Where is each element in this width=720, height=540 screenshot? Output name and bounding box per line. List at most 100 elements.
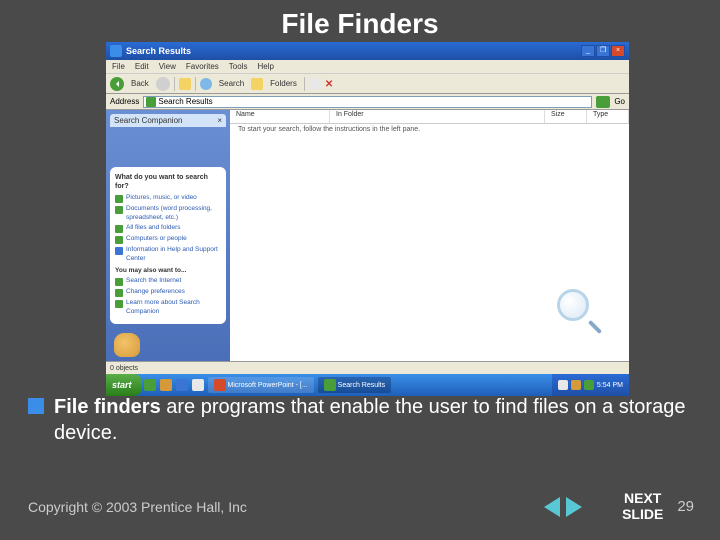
balloon-heading: What do you want to search for? (115, 173, 221, 191)
bullet-strong: File finders (54, 396, 161, 418)
column-headers: Name In Folder Size Type (230, 110, 629, 124)
start-button[interactable]: start (106, 374, 142, 396)
views-icon[interactable] (309, 78, 321, 90)
opt-computers[interactable]: Computers or people (115, 235, 221, 244)
col-folder[interactable]: In Folder (330, 110, 545, 123)
taskbar-item-powerpoint[interactable]: Microsoft PowerPoint - [... (208, 377, 314, 393)
task-label: Search Results (338, 382, 385, 389)
app-icon (324, 379, 336, 391)
bullet-point: File finders are programs that enable th… (28, 394, 700, 446)
panel-close-icon[interactable]: × (217, 116, 222, 125)
col-type[interactable]: Type (587, 110, 629, 123)
instruction-text: To start your search, follow the instruc… (230, 124, 629, 135)
copyright: Copyright © 2003 Prentice Hall, Inc (28, 499, 247, 515)
opt-label: Computers or people (126, 235, 187, 243)
opt-internet[interactable]: Search the Internet (115, 277, 221, 286)
balloon-subhead: You may also want to... (115, 267, 221, 275)
separator (174, 77, 175, 91)
menu-favorites[interactable]: Favorites (186, 62, 219, 71)
menu-file[interactable]: File (112, 62, 125, 71)
tray-icon[interactable] (558, 380, 568, 390)
results-pane: Name In Folder Size Type To start your s… (230, 110, 629, 361)
square-icon (115, 236, 123, 244)
opt-label: Pictures, music, or video (126, 194, 197, 202)
back-button[interactable]: Back (128, 78, 152, 89)
opt-label: All files and folders (126, 224, 181, 232)
square-icon (115, 300, 123, 308)
opt-help[interactable]: Information in Help and Support Center (115, 246, 221, 263)
address-field[interactable]: Search Results (143, 96, 592, 108)
menu-tools[interactable]: Tools (229, 62, 248, 71)
balloon-tail (150, 318, 162, 330)
clock: 5:54 PM (597, 382, 623, 389)
opt-prefs[interactable]: Change preferences (115, 288, 221, 297)
menubar: File Edit View Favorites Tools Help (106, 60, 629, 74)
go-label: Go (614, 97, 625, 106)
back-icon[interactable] (110, 77, 124, 91)
windows-screenshot: Search Results _ ❐ × File Edit View Favo… (106, 42, 629, 379)
app-icon (110, 45, 122, 57)
folders-button[interactable]: Folders (267, 78, 300, 89)
nav-arrows (544, 497, 582, 517)
panel-header: Search Companion × (110, 114, 226, 127)
square-icon (115, 278, 123, 286)
search-dog-icon[interactable] (114, 333, 140, 357)
panel-title: Search Companion (114, 116, 182, 125)
opt-documents[interactable]: Documents (word processing, spreadsheet,… (115, 205, 221, 222)
opt-learn[interactable]: Learn more about Search Companion (115, 299, 221, 316)
system-tray: 5:54 PM (552, 374, 629, 396)
quicklaunch-icon[interactable] (160, 379, 172, 391)
window-title: Search Results (126, 46, 581, 56)
minimize-button[interactable]: _ (581, 45, 595, 57)
opt-label: Information in Help and Support Center (126, 246, 221, 263)
taskbar-item-search[interactable]: Search Results (318, 377, 391, 393)
task-label: Microsoft PowerPoint - [... (228, 382, 308, 389)
col-name[interactable]: Name (230, 110, 330, 123)
taskbar: start Microsoft PowerPoint - [... Search… (106, 374, 629, 396)
folders-icon (251, 78, 263, 90)
forward-icon[interactable] (156, 77, 170, 91)
separator (304, 77, 305, 91)
menu-help[interactable]: Help (257, 62, 273, 71)
square-icon (115, 247, 123, 255)
search-button[interactable]: Search (216, 78, 247, 89)
address-label: Address (110, 97, 139, 106)
square-icon (115, 289, 123, 297)
next-slide-button[interactable]: NEXT SLIDE (622, 491, 663, 522)
up-icon[interactable] (179, 78, 191, 90)
statusbar: 0 objects (106, 361, 629, 374)
stop-icon[interactable]: ✕ (325, 79, 335, 89)
opt-label: Documents (word processing, spreadsheet,… (126, 205, 221, 222)
go-button[interactable] (596, 96, 610, 108)
col-size[interactable]: Size (545, 110, 587, 123)
quicklaunch-icon[interactable] (192, 379, 204, 391)
tray-icon[interactable] (571, 380, 581, 390)
opt-label: Learn more about Search Companion (126, 299, 221, 316)
tray-icon[interactable] (584, 380, 594, 390)
close-button[interactable]: × (611, 45, 625, 57)
menu-edit[interactable]: Edit (135, 62, 149, 71)
opt-label: Change preferences (126, 288, 185, 296)
search-icon (200, 78, 212, 90)
page-number: 29 (677, 498, 694, 515)
bullet-icon (28, 398, 44, 414)
separator (195, 77, 196, 91)
square-icon (115, 195, 123, 203)
next-slide-arrow[interactable] (566, 497, 582, 517)
prev-slide-button[interactable] (544, 497, 560, 517)
toolbar: Back Search Folders ✕ (106, 74, 629, 94)
opt-pictures[interactable]: Pictures, music, or video (115, 194, 221, 203)
address-value: Search Results (158, 97, 212, 106)
magnifier-icon (557, 289, 601, 333)
search-companion-panel: Search Companion × What do you want to s… (106, 110, 230, 361)
quicklaunch-icon[interactable] (144, 379, 156, 391)
quicklaunch-icon[interactable] (176, 379, 188, 391)
slide-title: File Finders (0, 0, 720, 40)
footer: Copyright © 2003 Prentice Hall, Inc NEXT… (28, 491, 694, 522)
app-icon (214, 379, 226, 391)
opt-allfiles[interactable]: All files and folders (115, 224, 221, 233)
maximize-button[interactable]: ❐ (596, 45, 610, 57)
square-icon (115, 225, 123, 233)
addressbar: Address Search Results Go (106, 94, 629, 110)
menu-view[interactable]: View (159, 62, 176, 71)
